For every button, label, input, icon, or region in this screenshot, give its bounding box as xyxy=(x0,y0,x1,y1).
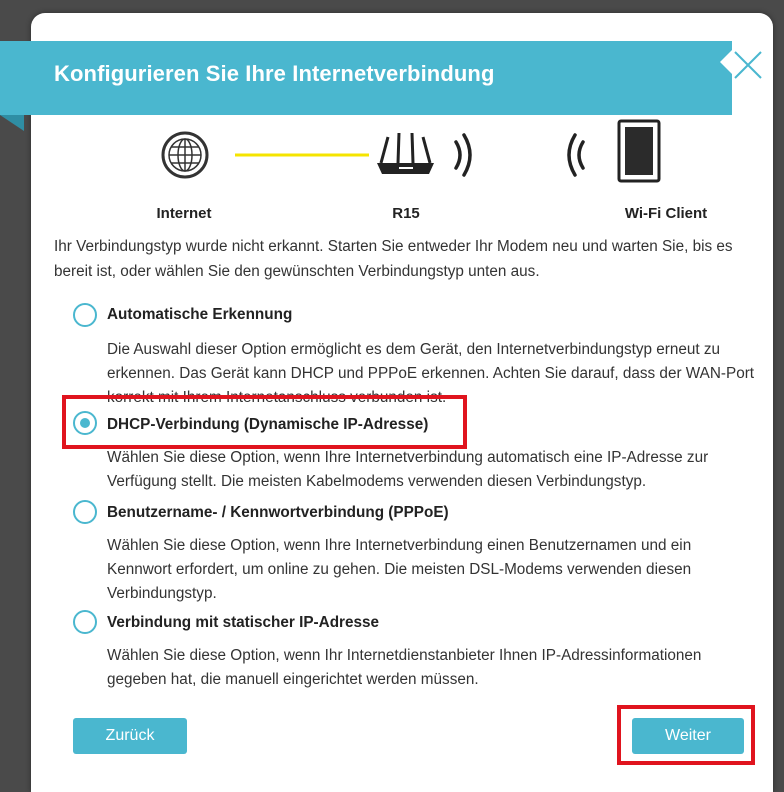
router-icon xyxy=(377,132,434,174)
router-label: R15 xyxy=(392,205,420,222)
radio-auto-detect[interactable] xyxy=(73,303,97,327)
next-button[interactable]: Weiter xyxy=(632,718,744,754)
option-static-ip-description: Wählen Sie diese Option, wenn Ihr Intern… xyxy=(107,647,702,688)
radio-dhcp[interactable] xyxy=(73,411,97,435)
option-dhcp-title[interactable]: DHCP-Verbindung (Dynamische IP-Adresse) xyxy=(107,416,428,434)
tablet-icon xyxy=(617,119,661,183)
option-pppoe-description: Wählen Sie diese Option, wenn Ihre Inter… xyxy=(107,537,692,602)
header-ribbon-fold xyxy=(0,115,24,131)
intro-text: Ihr Verbindungstyp wurde nicht erkannt. … xyxy=(54,238,733,280)
radio-static-ip[interactable] xyxy=(73,610,97,634)
option-auto-detect-title[interactable]: Automatische Erkennung xyxy=(107,306,292,324)
globe-icon xyxy=(161,131,209,179)
option-static-ip-title[interactable]: Verbindung mit statischer IP-Adresse xyxy=(107,614,379,632)
setup-dialog: Konfigurieren Sie Ihre Internetverbindun… xyxy=(0,13,773,792)
radio-pppoe[interactable] xyxy=(73,500,97,524)
option-auto-detect-description: Die Auswahl dieser Option ermöglicht es … xyxy=(107,341,755,406)
back-button[interactable]: Zurück xyxy=(73,718,187,754)
internet-label: Internet xyxy=(156,205,212,222)
client-label: Wi-Fi Client xyxy=(624,205,708,222)
option-pppoe-title[interactable]: Benutzername- / Kennwortverbindung (PPPo… xyxy=(107,504,449,522)
wifi-signal-icon xyxy=(454,133,472,177)
option-dhcp-description: Wählen Sie diese Option, wenn Ihre Inter… xyxy=(107,446,757,494)
wifi-receive-icon xyxy=(567,133,585,177)
